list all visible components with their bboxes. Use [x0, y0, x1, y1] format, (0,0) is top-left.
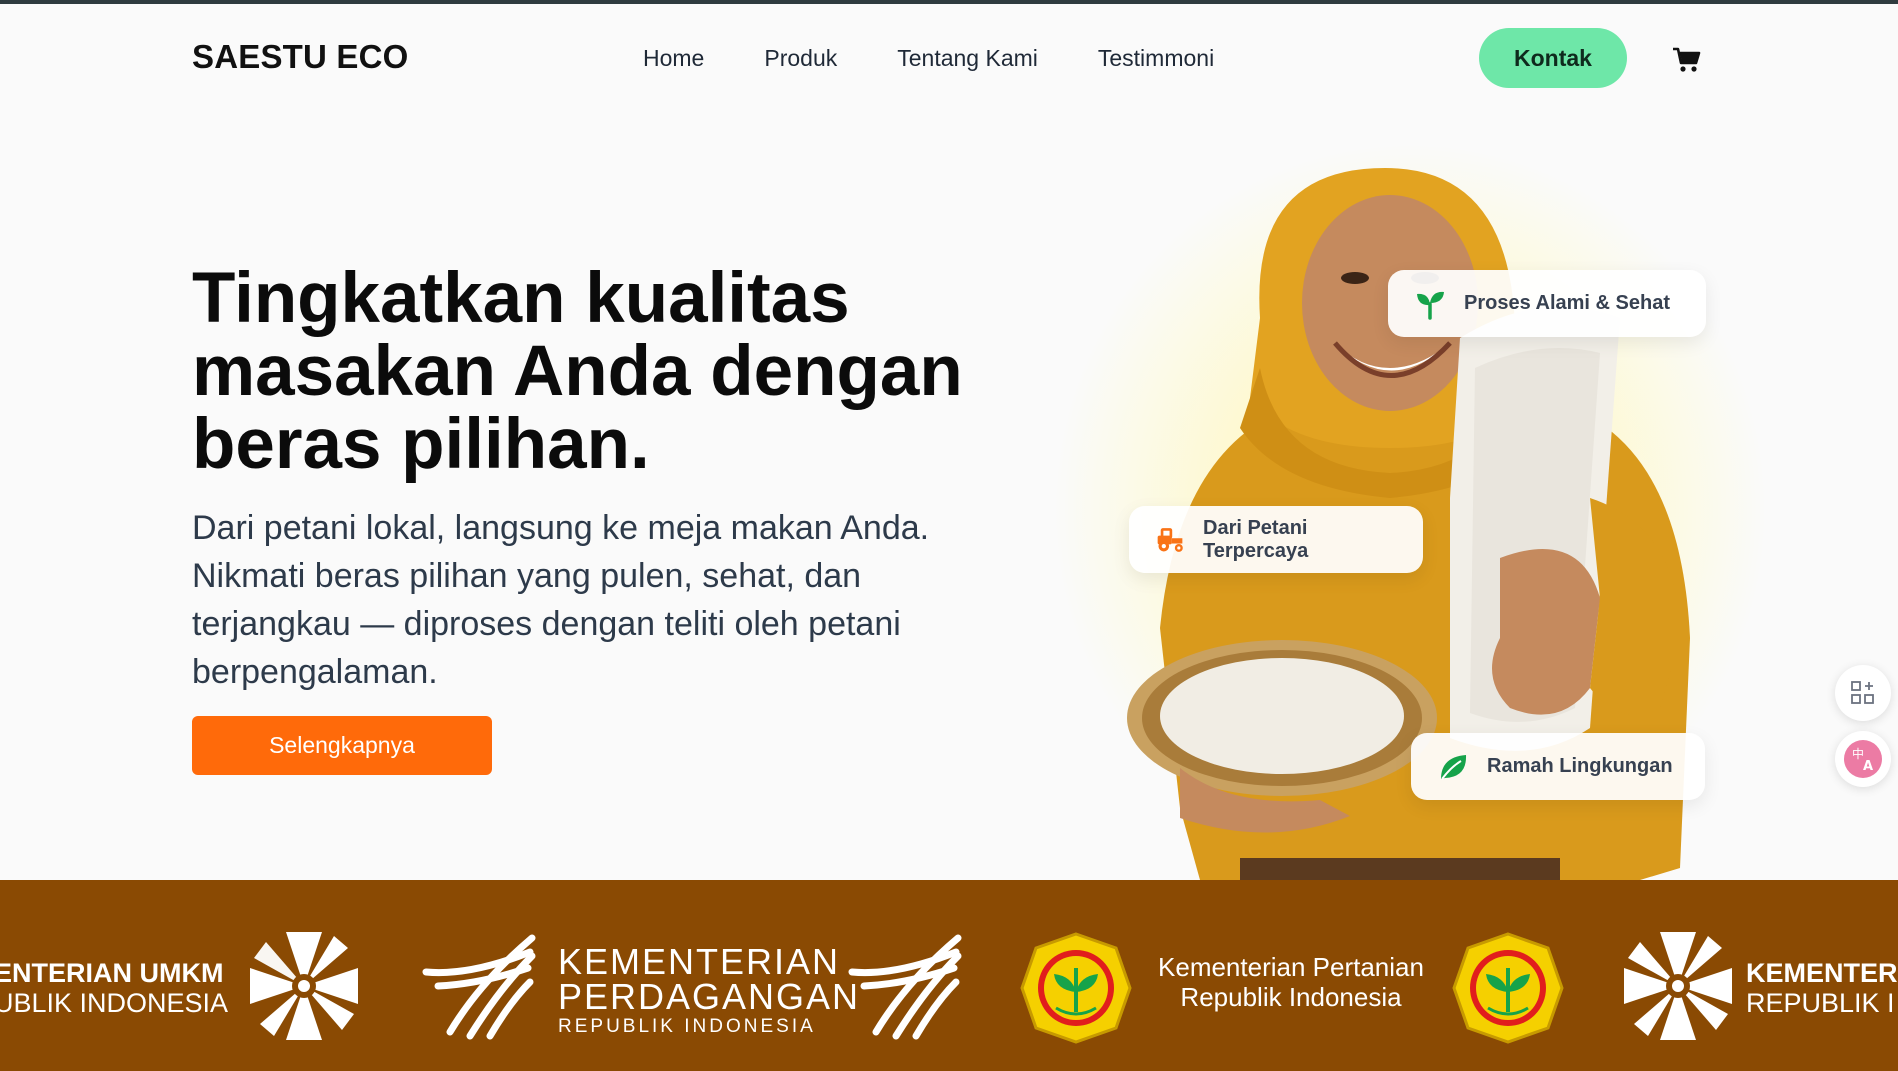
pertanian-emblem-repeat: [1452, 932, 1564, 1044]
svg-text:A: A: [1863, 759, 1873, 774]
pertanian-emblem: [1020, 932, 1132, 1044]
cart-icon[interactable]: [1672, 46, 1702, 74]
logo-umkm-text: ENTERIAN UMKM UBLIK INDONESIA: [0, 958, 229, 1018]
badge-trusted-farmers: Dari Petani Terpercaya: [1129, 506, 1423, 573]
partner-logo-strip: ENTERIAN UMKM UBLIK INDONESIA KEMENTERIA…: [0, 880, 1898, 1071]
umkm-flower-logo: [250, 932, 358, 1040]
badge-label: Ramah Lingkungan: [1487, 755, 1673, 777]
tractor-icon: [1157, 527, 1183, 552]
badge-eco-friendly: Ramah Lingkungan: [1411, 733, 1705, 800]
leaf-icon: [1441, 754, 1467, 780]
brand-logo[interactable]: SAESTU ECO: [192, 38, 409, 76]
navbar: SAESTU ECO Home Produk Tentang Kami Test…: [0, 4, 1898, 110]
main-menu: Home Produk Tentang Kami Testimmoni: [643, 45, 1214, 72]
apps-grid-icon: [1851, 681, 1874, 704]
sprout-icon: [1417, 291, 1444, 320]
logo-perdagangan-text: KEMENTERIAN PERDAGANGAN REPUBLIK INDONES…: [558, 941, 861, 1038]
logo-pertanian-text: Kementerian Pertanian Republik Indonesia: [1158, 952, 1424, 1012]
badge-natural-process: Proses Alami & Sehat: [1388, 270, 1706, 337]
hero-subtitle: Dari petani lokal, langsung ke meja maka…: [192, 509, 930, 691]
nav-link-produk[interactable]: Produk: [764, 45, 837, 72]
nav-link-home[interactable]: Home: [643, 45, 704, 72]
quick-apps-button[interactable]: [1835, 665, 1891, 721]
logo-umkm-text-repeat: KEMENTER REPUBLIK I: [1746, 958, 1898, 1018]
badge-label: Proses Alami & Sehat: [1464, 292, 1671, 314]
translate-icon: 中 A: [1844, 740, 1882, 778]
perdagangan-logo-repeat: [848, 934, 962, 1040]
translate-button[interactable]: 中 A: [1835, 731, 1891, 787]
hero-title: Tingkatkan kualitas masakan Anda dengan …: [192, 259, 963, 484]
contact-button[interactable]: Kontak: [1479, 28, 1627, 88]
umkm-flower-logo-repeat: [1624, 932, 1732, 1040]
learn-more-button[interactable]: Selengkapnya: [192, 716, 492, 775]
badge-label: Dari Petani Terpercaya: [1203, 516, 1309, 562]
nav-link-testimoni[interactable]: Testimmoni: [1098, 45, 1214, 72]
nav-link-tentang-kami[interactable]: Tentang Kami: [897, 45, 1038, 72]
perdagangan-logo: [422, 934, 536, 1040]
